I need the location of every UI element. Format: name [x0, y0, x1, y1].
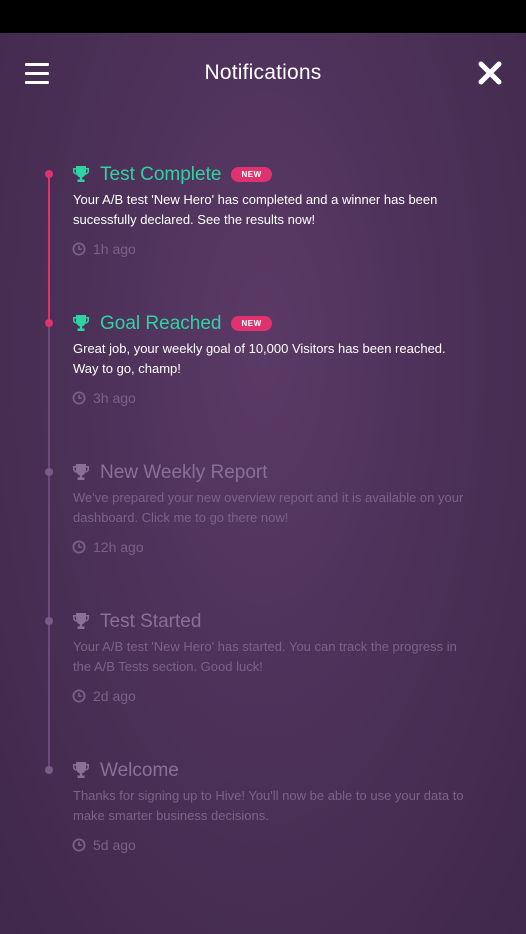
notification-text: Your A/B test 'New Hero' has completed a… [73, 192, 438, 227]
status-bar [0, 0, 526, 33]
header: Notifications [0, 33, 526, 113]
timeline-line-active [48, 173, 50, 323]
timeline-dot [45, 617, 53, 625]
notification-title: Goal Reached NEW [100, 313, 272, 335]
trophy-icon [72, 165, 90, 184]
trophy-icon [72, 463, 90, 482]
notification-title: New Weekly Report [100, 462, 268, 483]
notification-title: Welcome [100, 760, 179, 781]
timeline-dot [45, 319, 53, 327]
new-badge: NEW [231, 167, 272, 182]
notification-title: Test Started [100, 611, 202, 632]
notifications-screen: Notifications Test Complete NEW Your A/B … [0, 33, 526, 934]
trophy-icon [72, 761, 90, 780]
new-badge: NEW [231, 316, 272, 331]
clock-icon [72, 540, 86, 554]
page-title: Notifications [204, 61, 322, 84]
notification-text: Your A/B test 'New Hero' has started. Yo… [73, 639, 457, 674]
trophy-icon [72, 612, 90, 631]
notification-text: Thanks for signing up to Hive! You'll no… [73, 788, 464, 823]
clock-icon [72, 689, 86, 703]
timeline-dot [45, 766, 53, 774]
timeline-dot [45, 170, 53, 178]
notification-text: We've prepared your new overview report … [73, 490, 464, 525]
timeline-dot [45, 468, 53, 476]
notification-text: Great job, your weekly goal of 10,000 Vi… [73, 341, 446, 376]
trophy-icon [72, 314, 90, 333]
clock-icon [72, 391, 86, 405]
close-icon[interactable] [477, 60, 503, 86]
clock-icon [72, 242, 86, 256]
notification-title: Test Complete NEW [100, 164, 272, 186]
clock-icon [72, 838, 86, 852]
